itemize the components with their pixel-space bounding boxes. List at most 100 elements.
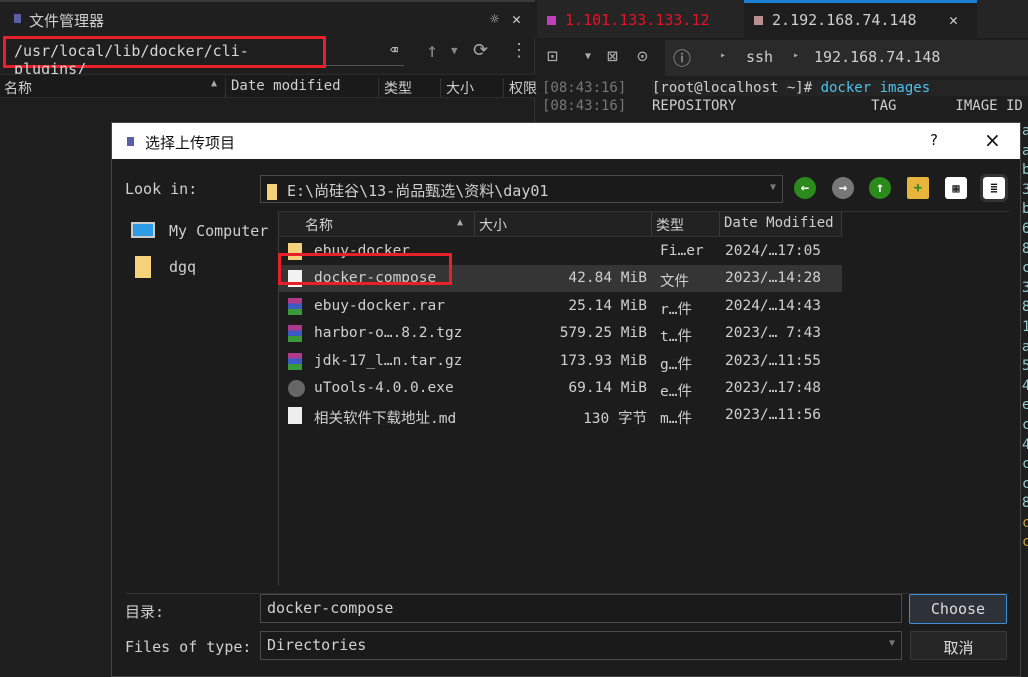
breadcrumb-protocol[interactable]: ssh xyxy=(746,48,773,66)
clipped-char: a xyxy=(1022,338,1028,355)
sort-asc-icon: ▲ xyxy=(211,78,218,89)
file-type: g…件 xyxy=(660,356,692,373)
file-size: 25.14 MiB xyxy=(568,297,647,314)
up-arrow-icon[interactable]: ↑ xyxy=(426,38,438,62)
dialog-title: 选择上传项目 xyxy=(145,134,236,152)
directory-input[interactable]: docker-compose xyxy=(260,594,902,623)
file-row[interactable]: 相关软件下载地址.md 130 字节 m…件 2023/…11:56 xyxy=(279,402,842,429)
tab-session-1[interactable]: 1.101.133.133.12 xyxy=(537,0,743,38)
clipped-char: a xyxy=(1022,123,1028,139)
archive-icon xyxy=(288,352,302,370)
list-view-icon[interactable]: ▦ xyxy=(945,177,967,199)
archive-icon xyxy=(288,325,302,343)
file-type: e…件 xyxy=(660,384,692,400)
column-name[interactable]: 名称 xyxy=(0,78,226,98)
column-type[interactable]: 类型 xyxy=(380,78,441,98)
file-date: 2024/…17:05 xyxy=(725,243,822,259)
file-date: 2023/… 7:43 xyxy=(725,325,822,342)
terminal-tabs: 1.101.133.133.12 2.192.168.74.148 ✕ xyxy=(537,0,1028,38)
cancel-button[interactable]: 取消 xyxy=(910,631,1007,660)
file-type: r…件 xyxy=(660,301,692,318)
file-type: t…件 xyxy=(660,329,692,346)
archive-icon xyxy=(288,297,302,315)
directory-label: 目录: xyxy=(125,603,165,621)
file-type-label: Files of type: xyxy=(125,638,252,656)
file-row[interactable]: harbor-o….8.2.tgz 579.25 MiB t…件 2023/… … xyxy=(279,320,842,347)
help-button[interactable]: ? xyxy=(930,131,938,149)
clipped-char: c xyxy=(1022,260,1028,277)
panel-title: 文件管理器 xyxy=(29,12,105,30)
close-icon[interactable]: ✕ xyxy=(512,10,521,28)
clipped-char: c xyxy=(1022,534,1028,551)
path-input[interactable]: /usr/local/lib/docker/cli-plugins/ xyxy=(3,36,326,78)
upload-dialog: 选择上传项目 ? × Look in: E:\尚硅谷\13-尚品甄选\资料\da… xyxy=(111,122,1021,677)
file-type: Fi…er xyxy=(660,243,704,259)
tab-session-2[interactable]: 2.192.168.74.148 ✕ xyxy=(744,0,977,38)
clipped-char: 1 xyxy=(1022,318,1028,335)
back-icon[interactable]: ← xyxy=(794,177,816,199)
column-name[interactable]: 名称 xyxy=(279,212,475,237)
file-date: 2023/…11:55 xyxy=(725,352,822,369)
highlight-box xyxy=(278,253,452,285)
choose-button[interactable]: Choose xyxy=(909,594,1007,624)
sidebar-item-label: My Computer xyxy=(169,222,269,240)
column-size[interactable]: 大小 xyxy=(442,78,504,98)
file-row[interactable]: uTools-4.0.0.exe 69.14 MiB e…件 2023/…17:… xyxy=(279,375,842,402)
more-icon[interactable]: ⋮ xyxy=(510,40,528,61)
breadcrumb-host[interactable]: 192.168.74.148 xyxy=(814,48,940,66)
sidebar-item-my-computer[interactable]: My Computer xyxy=(131,220,281,246)
terminal-line: [root@localhost ~]# docker images xyxy=(652,80,1028,96)
file-name: ebuy-docker.rar xyxy=(314,297,445,314)
look-in-select[interactable]: E:\尚硅谷\13-尚品甄选\资料\day01 ▼ xyxy=(260,175,783,203)
file-row[interactable]: jdk-17_l…n.tar.gz 173.93 MiB g…件 2023/…1… xyxy=(279,348,842,375)
clipped-char: 3 xyxy=(1022,181,1028,198)
settings-icon[interactable]: ☼ xyxy=(490,10,499,28)
user-folder-icon xyxy=(135,256,151,278)
info-icon[interactable]: ⓘ xyxy=(673,45,691,71)
dropdown-icon[interactable]: ▼ xyxy=(585,51,591,62)
column-date-modified[interactable]: Date Modified xyxy=(720,212,842,237)
column-size[interactable]: 大小 xyxy=(475,212,652,237)
file-size: 69.14 MiB xyxy=(568,380,647,396)
clipped-char: 8 xyxy=(1022,495,1028,512)
folder-icon xyxy=(267,183,277,200)
file-name: uTools-4.0.0.exe xyxy=(314,380,454,396)
tab-close-icon[interactable]: ✕ xyxy=(949,11,958,29)
file-size: 173.93 MiB xyxy=(559,352,647,369)
column-date-modified[interactable]: Date modified xyxy=(227,78,379,98)
file-type-value: Directories xyxy=(267,636,367,654)
file-manager-titlebar: 文件管理器 ☼ ✕ xyxy=(0,0,535,37)
file-type-select[interactable]: Directories ▼ xyxy=(260,631,902,660)
clipped-char: 8 xyxy=(1022,240,1028,257)
address-bar[interactable]: ⓘ ▸ ssh ▸ 192.168.74.148 xyxy=(665,40,1028,76)
forward-icon[interactable]: → xyxy=(832,177,854,199)
clipped-char: 5 xyxy=(1022,358,1028,375)
file-list-header: 名称 ▲ Date modified 类型 大小 权限 xyxy=(0,74,545,98)
close-button[interactable]: × xyxy=(984,128,1001,152)
dropdown-icon[interactable]: ▼ xyxy=(451,44,458,57)
new-folder-icon[interactable]: + xyxy=(907,177,929,199)
column-type[interactable]: 类型 xyxy=(652,212,720,237)
timestamp: [08:43:16] xyxy=(542,80,627,96)
file-date: 2023/…14:28 xyxy=(725,270,822,287)
file-date: 2024/…14:43 xyxy=(725,297,822,314)
close-tab-icon[interactable]: ⊠ xyxy=(607,46,618,67)
clear-icon[interactable]: ⌫ xyxy=(390,43,398,58)
terminal-clipped-output: aab3b68c381a54ec4cc8cc xyxy=(1022,122,1028,553)
refresh-icon[interactable]: ⟳ xyxy=(473,40,488,61)
dropdown-icon: ▼ xyxy=(888,638,895,649)
clipped-char: 4 xyxy=(1022,377,1028,394)
detail-view-icon[interactable]: ≣ xyxy=(980,174,1008,202)
new-tab-icon[interactable]: ⊡ xyxy=(547,46,558,67)
file-type: m…件 xyxy=(660,411,692,428)
sort-asc-icon: ▲ xyxy=(457,217,464,228)
sidebar-item-dgq[interactable]: dgq xyxy=(131,256,281,282)
timestamp: [08:43:16] xyxy=(542,98,627,114)
parent-folder-icon[interactable]: ↑ xyxy=(869,177,891,199)
file-row[interactable]: ebuy-docker.rar 25.14 MiB r…件 2024/…14:4… xyxy=(279,293,842,320)
panel-icon xyxy=(14,14,21,23)
file-name: jdk-17_l…n.tar.gz xyxy=(314,352,463,369)
options-icon[interactable]: ⊙ xyxy=(637,46,648,67)
prompt: [root@localhost ~]# xyxy=(652,80,821,96)
clipped-char: a xyxy=(1022,142,1028,159)
